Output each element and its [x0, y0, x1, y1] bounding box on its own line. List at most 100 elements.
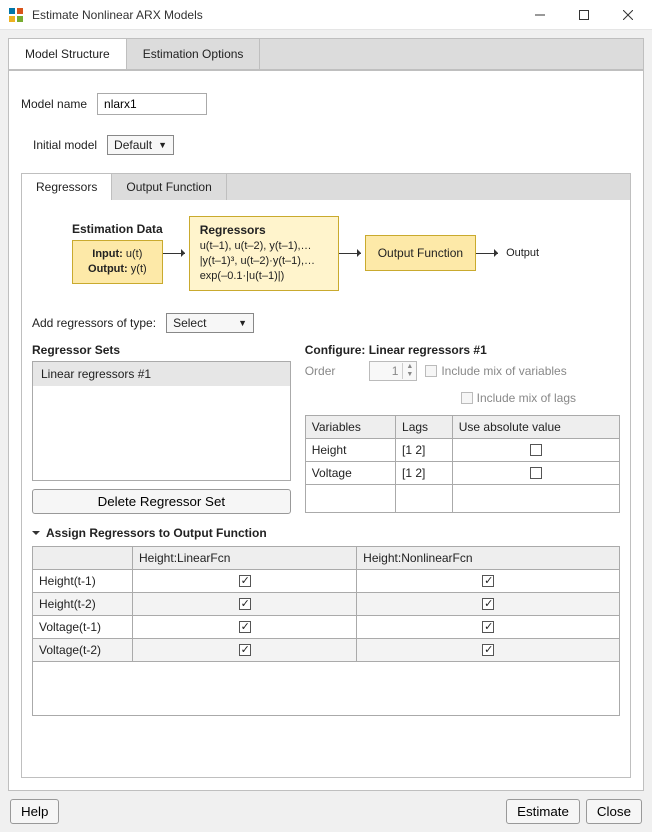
cell-lin-check[interactable]	[133, 592, 357, 615]
close-button[interactable]: Close	[586, 799, 642, 824]
tab-estimation-options[interactable]: Estimation Options	[127, 39, 261, 69]
cell-lin-check[interactable]	[133, 615, 357, 638]
window-minimize-button[interactable]	[518, 0, 562, 30]
list-item[interactable]: Linear regressors #1	[33, 362, 290, 386]
cell-abs[interactable]	[452, 438, 619, 461]
cell-lin-check[interactable]	[133, 638, 357, 661]
cell-nl-check[interactable]	[357, 638, 620, 661]
cell-nl-check[interactable]	[357, 615, 620, 638]
checkbox-checked-icon	[239, 598, 251, 610]
add-regressors-label: Add regressors of type:	[32, 316, 156, 330]
regressors-box-title: Regressors	[200, 223, 328, 237]
model-name-input[interactable]	[97, 93, 207, 115]
col-lags[interactable]: Lags	[396, 415, 453, 438]
regressors-box-line: |y(t–1)³, u(t–2)·y(t–1),…	[200, 254, 328, 269]
cell-abs[interactable]	[452, 461, 619, 484]
cell-regressor-name: Height(t-1)	[33, 569, 133, 592]
order-label: Order	[305, 364, 336, 378]
include-mix-variables-label: Include mix of variables	[441, 364, 566, 378]
regressors-panel: Estimation Data Input: u(t) Output: y(t)…	[21, 200, 631, 778]
assign-regressors-title: Assign Regressors to Output Function	[46, 526, 267, 540]
order-spinner[interactable]: 1 ▲▼	[369, 361, 417, 381]
tab-output-function[interactable]: Output Function	[112, 174, 226, 200]
add-regressors-select[interactable]: Select ▼	[166, 313, 254, 333]
close-icon	[623, 10, 633, 20]
assign-table: Height:LinearFcn Height:NonlinearFcn Hei…	[32, 546, 620, 716]
cell-lags[interactable]: [1 2]	[396, 461, 453, 484]
cell-empty	[33, 661, 620, 715]
checkbox-checked-icon	[482, 575, 494, 587]
checkbox-icon	[530, 467, 542, 479]
add-regressors-value: Select	[173, 316, 206, 330]
app-logo-icon	[8, 7, 24, 23]
col-variables[interactable]: Variables	[305, 415, 395, 438]
main-tabs: Model Structure Estimation Options	[8, 38, 644, 70]
est-input-label: Input:	[92, 248, 123, 260]
initial-model-label: Initial model	[33, 138, 97, 152]
model-structure-panel: Model name Initial model Default ▼ Regre…	[8, 70, 644, 791]
tab-model-structure[interactable]: Model Structure	[9, 39, 127, 69]
est-output-label: Output:	[88, 263, 128, 275]
order-value: 1	[370, 362, 402, 380]
regressors-box: Regressors u(t–1), u(t–2), y(t–1),… |y(t…	[189, 216, 339, 291]
col-use-absolute[interactable]: Use absolute value	[452, 415, 619, 438]
estimate-button[interactable]: Estimate	[506, 799, 580, 824]
checkbox-checked-icon	[239, 575, 251, 587]
include-mix-lags-checkbox[interactable]: Include mix of lags	[461, 391, 576, 405]
delete-regressor-set-button[interactable]: Delete Regressor Set	[32, 489, 291, 514]
regressor-sets-list[interactable]: Linear regressors #1	[32, 361, 291, 481]
output-function-box-label: Output Function	[378, 246, 463, 260]
tab-regressors[interactable]: Regressors	[22, 174, 112, 200]
estimation-data-caption: Estimation Data	[72, 222, 163, 236]
table-row: Voltage(t-1)	[33, 615, 620, 638]
table-row	[305, 484, 619, 512]
maximize-icon	[579, 10, 589, 20]
cell-regressor-name: Voltage(t-1)	[33, 615, 133, 638]
col-blank	[33, 546, 133, 569]
output-label: Output	[506, 247, 539, 259]
dialog-footer: Help Estimate Close	[8, 791, 644, 824]
triangle-collapse-icon	[32, 531, 40, 539]
col-nonlinearfcn[interactable]: Height:NonlinearFcn	[357, 546, 620, 569]
help-button[interactable]: Help	[10, 799, 59, 824]
checkbox-box-icon	[461, 392, 473, 404]
configure-table: Variables Lags Use absolute value Height…	[305, 415, 620, 513]
estimation-data-box: Input: u(t) Output: y(t)	[72, 240, 163, 284]
table-row: Height(t-1)	[33, 569, 620, 592]
chevron-down-icon: ▼	[238, 318, 247, 328]
cell-regressor-name: Height(t-2)	[33, 592, 133, 615]
include-mix-variables-checkbox[interactable]: Include mix of variables	[425, 364, 566, 378]
cell-variable: Voltage	[305, 461, 395, 484]
window-close-button[interactable]	[606, 0, 650, 30]
cell-variable: Height	[305, 438, 395, 461]
chevron-down-icon: ▼	[158, 140, 167, 150]
window-titlebar: Estimate Nonlinear ARX Models	[0, 0, 652, 30]
est-output-value: y(t)	[128, 263, 147, 275]
window-maximize-button[interactable]	[562, 0, 606, 30]
spinner-arrows-icon: ▲▼	[402, 363, 416, 379]
inner-tabs: Regressors Output Function	[21, 173, 631, 200]
table-row: Voltage [1 2]	[305, 461, 619, 484]
cell-empty	[396, 484, 453, 512]
initial-model-value: Default	[114, 138, 152, 152]
checkbox-icon	[530, 444, 542, 456]
cell-lags[interactable]: [1 2]	[396, 438, 453, 461]
cell-empty	[305, 484, 395, 512]
arrow-icon	[476, 247, 502, 259]
est-input-value: u(t)	[123, 248, 143, 260]
initial-model-select[interactable]: Default ▼	[107, 135, 174, 155]
cell-nl-check[interactable]	[357, 592, 620, 615]
table-row: Height(t-2)	[33, 592, 620, 615]
cell-nl-check[interactable]	[357, 569, 620, 592]
regressor-sets-heading: Regressor Sets	[32, 343, 291, 357]
table-row: Height [1 2]	[305, 438, 619, 461]
table-row	[33, 661, 620, 715]
configure-heading: Configure: Linear regressors #1	[305, 343, 620, 357]
minimize-icon	[535, 10, 545, 20]
checkbox-box-icon	[425, 365, 437, 377]
checkbox-checked-icon	[239, 644, 251, 656]
col-linearfcn[interactable]: Height:LinearFcn	[133, 546, 357, 569]
cell-lin-check[interactable]	[133, 569, 357, 592]
include-mix-lags-label: Include mix of lags	[477, 391, 576, 405]
assign-regressors-toggle[interactable]: Assign Regressors to Output Function	[32, 526, 620, 540]
